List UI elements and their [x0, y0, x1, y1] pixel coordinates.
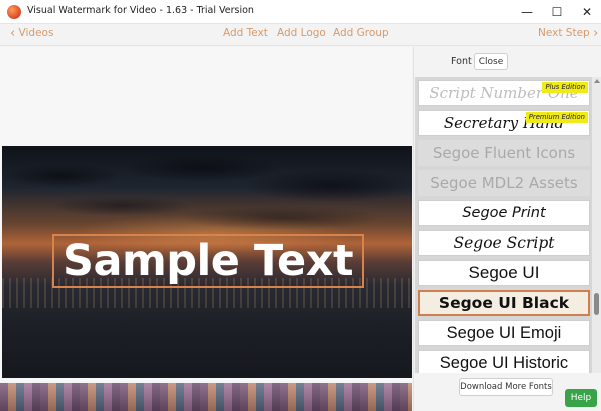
next-label: Next Step [538, 27, 590, 39]
font-name: Segoe UI Historic [439, 353, 569, 372]
app-logo-icon [7, 5, 21, 19]
help-button[interactable]: Help [565, 389, 597, 407]
font-name: Segoe MDL2 Assets [430, 174, 578, 192]
plus-edition-badge: Plus Edition [542, 82, 588, 93]
next-step-button[interactable]: Next Step › [538, 26, 599, 41]
close-font-panel-button[interactable]: Close [474, 53, 508, 70]
back-label: Videos [18, 27, 54, 39]
close-window-button[interactable]: ✕ [572, 0, 601, 24]
font-name: Segoe UI [468, 263, 540, 282]
font-name: Segoe UI Black [438, 294, 570, 312]
window-title: Visual Watermark for Video - 1.63 - Tria… [27, 5, 254, 16]
add-group-button[interactable]: Add Group [333, 27, 389, 39]
preview-stage: Sample Text [0, 47, 412, 382]
font-item-segoe-mdl2-assets: Segoe MDL2 Assets [418, 170, 590, 196]
font-name: Segoe Script [453, 234, 555, 252]
video-thumbnail-strip[interactable] [0, 383, 412, 411]
font-label: Font [451, 56, 472, 67]
font-item-segoe-ui-emoji[interactable]: Segoe UI Emoji [418, 320, 590, 346]
panel-footer: Download More Fonts Help [414, 373, 601, 411]
font-item-segoe-ui-historic[interactable]: Segoe UI Historic [418, 350, 590, 373]
minimize-button[interactable]: — [512, 0, 542, 24]
add-logo-button[interactable]: Add Logo [277, 27, 326, 39]
chevron-left-icon: ‹ [10, 26, 16, 41]
premium-edition-badge: Premium Edition [525, 112, 588, 123]
font-item-segoe-ui-black[interactable]: Segoe UI Black [418, 290, 590, 316]
font-item-segoe-fluent-icons: Segoe Fluent Icons [418, 140, 590, 166]
scroll-thumb[interactable] [594, 293, 599, 315]
font-list: Script Number One Plus Edition Secretary… [415, 77, 592, 373]
toolbar: ‹ Videos Add Text Add Logo Add Group Nex… [0, 24, 601, 46]
font-name: Segoe Print [462, 205, 546, 221]
font-list-scrollbar[interactable] [592, 77, 601, 373]
scroll-up-arrow-icon[interactable] [594, 79, 600, 83]
font-item-segoe-script[interactable]: Segoe Script [418, 230, 590, 256]
chevron-right-icon: › [593, 26, 599, 41]
download-more-fonts-button[interactable]: Download More Fonts [459, 378, 553, 396]
watermark-text: Sample Text [62, 236, 354, 286]
font-panel: Font Close Script Number One Plus Editio… [413, 47, 601, 411]
font-item-secretary-hand[interactable]: Secretary Hand Premium Edition [418, 110, 590, 136]
font-name: Segoe Fluent Icons [432, 144, 576, 162]
video-preview[interactable]: Sample Text [2, 146, 412, 378]
title-bar: Visual Watermark for Video - 1.63 - Tria… [0, 0, 601, 24]
font-name: Segoe UI Emoji [446, 323, 562, 342]
font-item-segoe-ui[interactable]: Segoe UI [418, 260, 590, 286]
font-item-segoe-print[interactable]: Segoe Print [418, 200, 590, 226]
font-item-script-number-one[interactable]: Script Number One Plus Edition [418, 80, 590, 106]
maximize-button[interactable]: ☐ [542, 0, 572, 24]
watermark-text-box[interactable]: Sample Text [52, 234, 364, 288]
add-text-button[interactable]: Add Text [223, 27, 268, 39]
back-to-videos-button[interactable]: ‹ Videos [10, 26, 54, 41]
